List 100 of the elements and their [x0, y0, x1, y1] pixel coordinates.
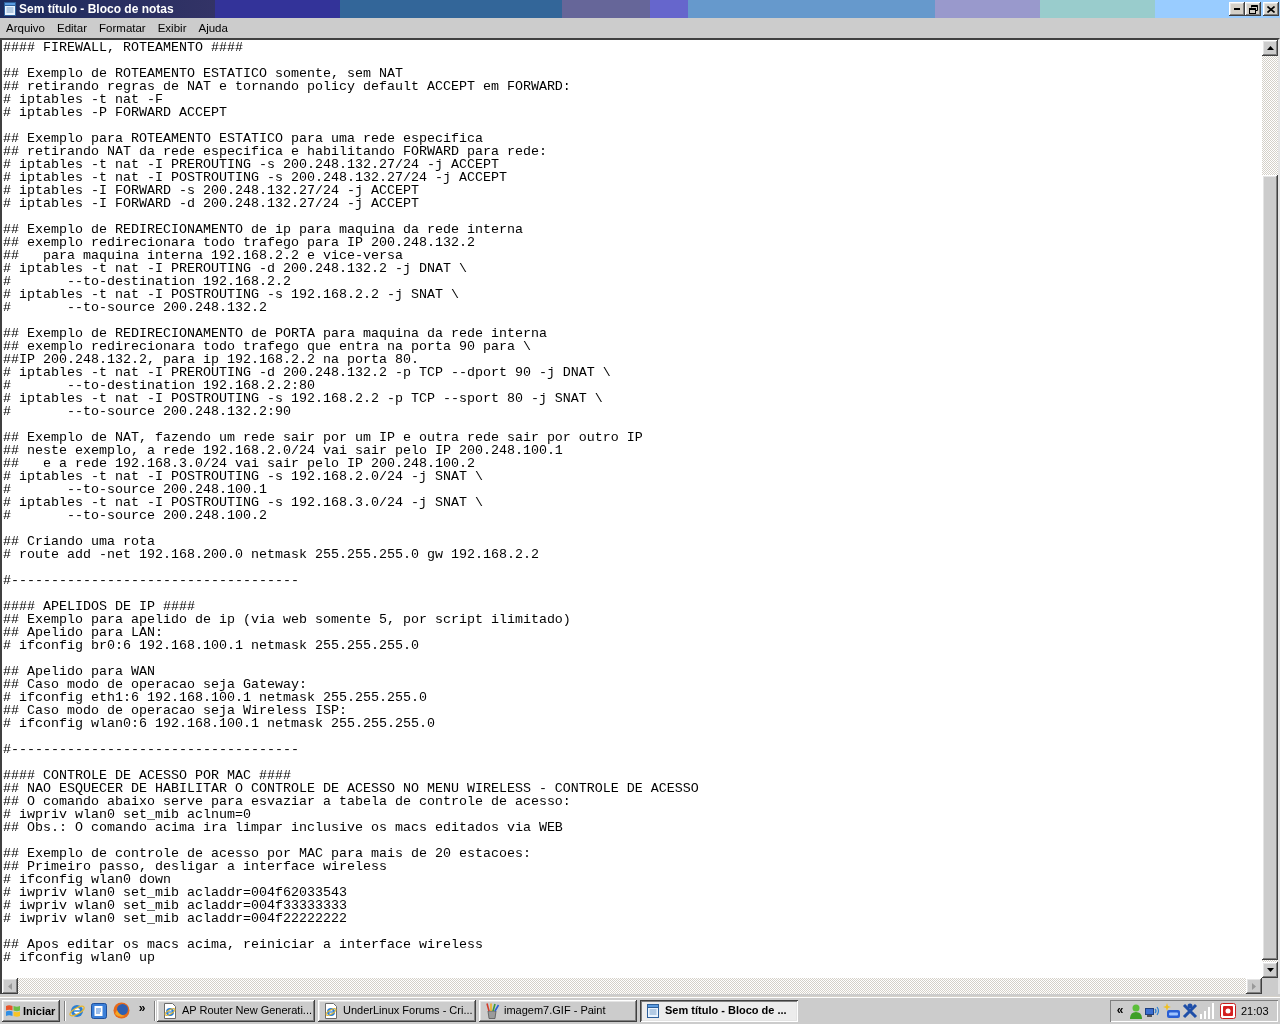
- text-line: #### CONTROLE DE ACESSO POR MAC ####: [3, 769, 291, 782]
- taskbar-button[interactable]: Sem título - Bloco de ...: [640, 999, 798, 1022]
- text-line: # iptables -t nat -F: [3, 93, 163, 106]
- text-line: ## Obs.: O comando acima ira limpar inclusive os macs editados via WEB: [3, 821, 563, 834]
- text-line: ## Apelido para WAN: [3, 665, 155, 678]
- text-line: # ifconfig wlan0 up: [3, 951, 155, 964]
- text-line: ## Apos editar os macs acima, reiniciar a interface wireless: [3, 938, 483, 951]
- text-line: # route add -net 192.168.200.0 netmask 255.255.255.0 gw 192.168.2.2: [3, 548, 539, 561]
- notepad-icon: [2, 1, 18, 17]
- text-line: ## Caso modo de operacao seja Gateway:: [3, 678, 307, 691]
- text-line: # iptables -t nat -I PREROUTING -s 200.248.132.27/24 -j ACCEPT: [3, 158, 499, 171]
- menu-item[interactable]: Exibir: [151, 18, 193, 38]
- window-title: Sem título - Bloco de notas: [19, 2, 174, 16]
- text-line: # iptables -t nat -I PREROUTING -d 200.248.132.2 -p TCP --dport 90 -j DNAT \: [3, 366, 611, 379]
- menu-item[interactable]: Ajuda: [192, 18, 234, 38]
- tray-expand-button[interactable]: «: [1114, 1002, 1126, 1019]
- menu-item[interactable]: Editar: [51, 18, 94, 38]
- text-line: # iptables -t nat -I POSTROUTING -s 200.248.132.27/24 -j ACCEPT: [3, 171, 507, 184]
- text-line: # --to-source 200.248.132.2:90: [3, 405, 291, 418]
- text-line: ## O comando abaixo serve para esvaziar a tabela de controle de acesso:: [3, 795, 571, 808]
- text-editor[interactable]: [2, 40, 1262, 978]
- text-line: # --to-source 200.248.100.2: [3, 509, 267, 522]
- text-line: # iptables -t nat -I POSTROUTING -s 192.168.2.2 -j SNAT \: [3, 288, 459, 301]
- signal-bars-icon: [1199, 1002, 1215, 1019]
- scroll-left-button[interactable]: [2, 978, 18, 994]
- text-line: # --to-source 200.248.100.1: [3, 483, 267, 496]
- scroll-right-button[interactable]: [1246, 978, 1262, 994]
- flag-icon: [5, 1003, 21, 1018]
- text-line: #------------------------------------: [3, 574, 299, 587]
- web-page-icon: [323, 1002, 339, 1019]
- text-line: ## Exemplo de ROTEAMENTO ESTATICO somente, sem NAT: [3, 67, 403, 80]
- text-line: #### FIREWALL, ROTEAMENTO ####: [3, 41, 243, 54]
- menu-item[interactable]: Formatar: [93, 18, 152, 38]
- text-line: ## e a rede 192.168.3.0/24 vai sair pelo IP 200.248.100.2: [3, 457, 475, 470]
- minimize-button[interactable]: [1229, 2, 1245, 16]
- text-line: #------------------------------------: [3, 743, 299, 756]
- globe-icon: [112, 1002, 130, 1019]
- quick-launch-more-button[interactable]: »: [132, 999, 152, 1022]
- text-line: # iptables -I FORWARD -d 200.248.132.27/24 -j ACCEPT: [3, 197, 419, 210]
- text-line: #### APELIDOS DE IP ####: [3, 600, 195, 613]
- horizontal-scrollbar[interactable]: [2, 978, 1262, 994]
- text-line: ## Apelido para LAN:: [3, 626, 163, 639]
- user-icon: [1128, 1002, 1144, 1019]
- caret-down-icon: [1266, 968, 1274, 972]
- caret-up-icon: [1266, 46, 1274, 50]
- text-line: ## para maquina interna 192.168.2.2 e vice-versa: [3, 249, 403, 262]
- app-tile-icon: [1220, 1002, 1236, 1019]
- web-page-icon: [162, 1002, 178, 1019]
- scroll-up-button[interactable]: [1262, 40, 1278, 56]
- text-line: # ifconfig eth1:6 192.168.100.1 netmask 255.255.255.0: [3, 691, 427, 704]
- close-icon: [1267, 5, 1275, 13]
- text-line: ## Exemplo de REDIRECIONAMENTO de ip para maquina da rede interna: [3, 223, 523, 236]
- text-line: # iptables -t nat -I POSTROUTING -s 192.168.2.0/24 -j SNAT \: [3, 470, 483, 483]
- text-line: # --to-source 200.248.132.2: [3, 301, 267, 314]
- taskbar-button[interactable]: AP Router New Generati...: [157, 999, 315, 1022]
- text-line: ## Exemplo de NAT, fazendo um rede sair por um IP e outra rede sair por outro IP: [3, 431, 643, 444]
- scroll-down-button[interactable]: [1262, 962, 1278, 978]
- text-line: ## exemplo redirecionara todo trafego para IP 200.248.132.2: [3, 236, 475, 249]
- scrollbar-thumb[interactable]: [1262, 175, 1278, 960]
- taskbar-button[interactable]: imagem7.GIF - Paint: [479, 999, 637, 1022]
- text-line: # iptables -I FORWARD -s 200.248.132.27/24 -j ACCEPT: [3, 184, 419, 197]
- sparkle-badge-icon: [1163, 1002, 1181, 1019]
- caret-left-icon: [8, 982, 12, 990]
- text-line: ## retirando regras de NAT e tornando policy default ACCEPT em FORWARD:: [3, 80, 571, 93]
- notepad-icon: [645, 1002, 661, 1019]
- text-line: # iwpriv wlan0 set_mib acladdr=004f33333333: [3, 899, 347, 912]
- text-line: # iptables -t nat -I POSTROUTING -s 192.168.3.0/24 -j SNAT \: [3, 496, 483, 509]
- text-line: # --to-destination 192.168.2.2: [3, 275, 291, 288]
- text-line: # iwpriv wlan0 set_mib acladdr=004f62033543: [3, 886, 347, 899]
- text-line: # iptables -P FORWARD ACCEPT: [3, 106, 227, 119]
- restore-icon: [1248, 4, 1258, 14]
- text-line: # ifconfig wlan0:6 192.168.100.1 netmask 255.255.255.0: [3, 717, 435, 730]
- text-line: ## NAO ESQUECER DE HABILITAR O CONTROLE DE ACESSO NO MENU WIRELESS - CONTROLE DE ACESSO: [3, 782, 699, 795]
- caret-right-icon: [1252, 982, 1256, 990]
- text-line: # iptables -t nat -I PREROUTING -d 200.248.132.2 -j DNAT \: [3, 262, 467, 275]
- figure-icon: [1182, 1002, 1198, 1019]
- minimize-icon: [1234, 8, 1240, 10]
- text-line: ## neste exemplo, a rede 192.168.2.0/24 vai sair pelo IP 200.248.100.1: [3, 444, 563, 457]
- restore-button[interactable]: [1245, 2, 1261, 16]
- taskbar-button[interactable]: UnderLinux Forums - Cri...: [318, 999, 476, 1022]
- text-line: ## retirando NAT da rede especifica e habilitando FORWARD para rede:: [3, 145, 547, 158]
- text-line: ## Criando uma rota: [3, 535, 155, 548]
- text-line: ## Primeiro passo, desligar a interface wireless: [3, 860, 387, 873]
- text-line: # ifconfig wlan0 down: [3, 873, 171, 886]
- start-button[interactable]: Iniciar: [2, 999, 60, 1022]
- text-line: ##IP 200.248.132.2, para ip 192.168.2.2 na porta 80.: [3, 353, 419, 366]
- text-line: # ifconfig br0:6 192.168.100.1 netmask 255.255.255.0: [3, 639, 419, 652]
- text-line: # iwpriv wlan0 set_mib aclnum=0: [3, 808, 251, 821]
- clock-time: 21:03: [1241, 1003, 1269, 1018]
- text-line: ## Exemplo de controle de acesso por MAC para mais de 20 estacoes:: [3, 847, 531, 860]
- vertical-scrollbar[interactable]: [1262, 40, 1278, 978]
- text-line: ## Caso modo de operacao seja Wireless ISP:: [3, 704, 347, 717]
- close-button[interactable]: [1263, 2, 1279, 16]
- page-icon: [91, 1002, 107, 1019]
- menu-item[interactable]: Arquivo: [0, 18, 51, 38]
- text-line: ## exemplo redirecionara todo trafego que entra na porta 90 para \: [3, 340, 531, 353]
- text-line: ## Exemplo para apelido de ip (via web somente 5, por script ilimitado): [3, 613, 571, 626]
- text-line: # iptables -t nat -I POSTROUTING -s 192.168.2.2 -p TCP --sport 80 -j SNAT \: [3, 392, 603, 405]
- text-line: ## Exemplo para ROTEAMENTO ESTATICO para uma rede especifica: [3, 132, 483, 145]
- text-line: # --to-destination 192.168.2.2:80: [3, 379, 315, 392]
